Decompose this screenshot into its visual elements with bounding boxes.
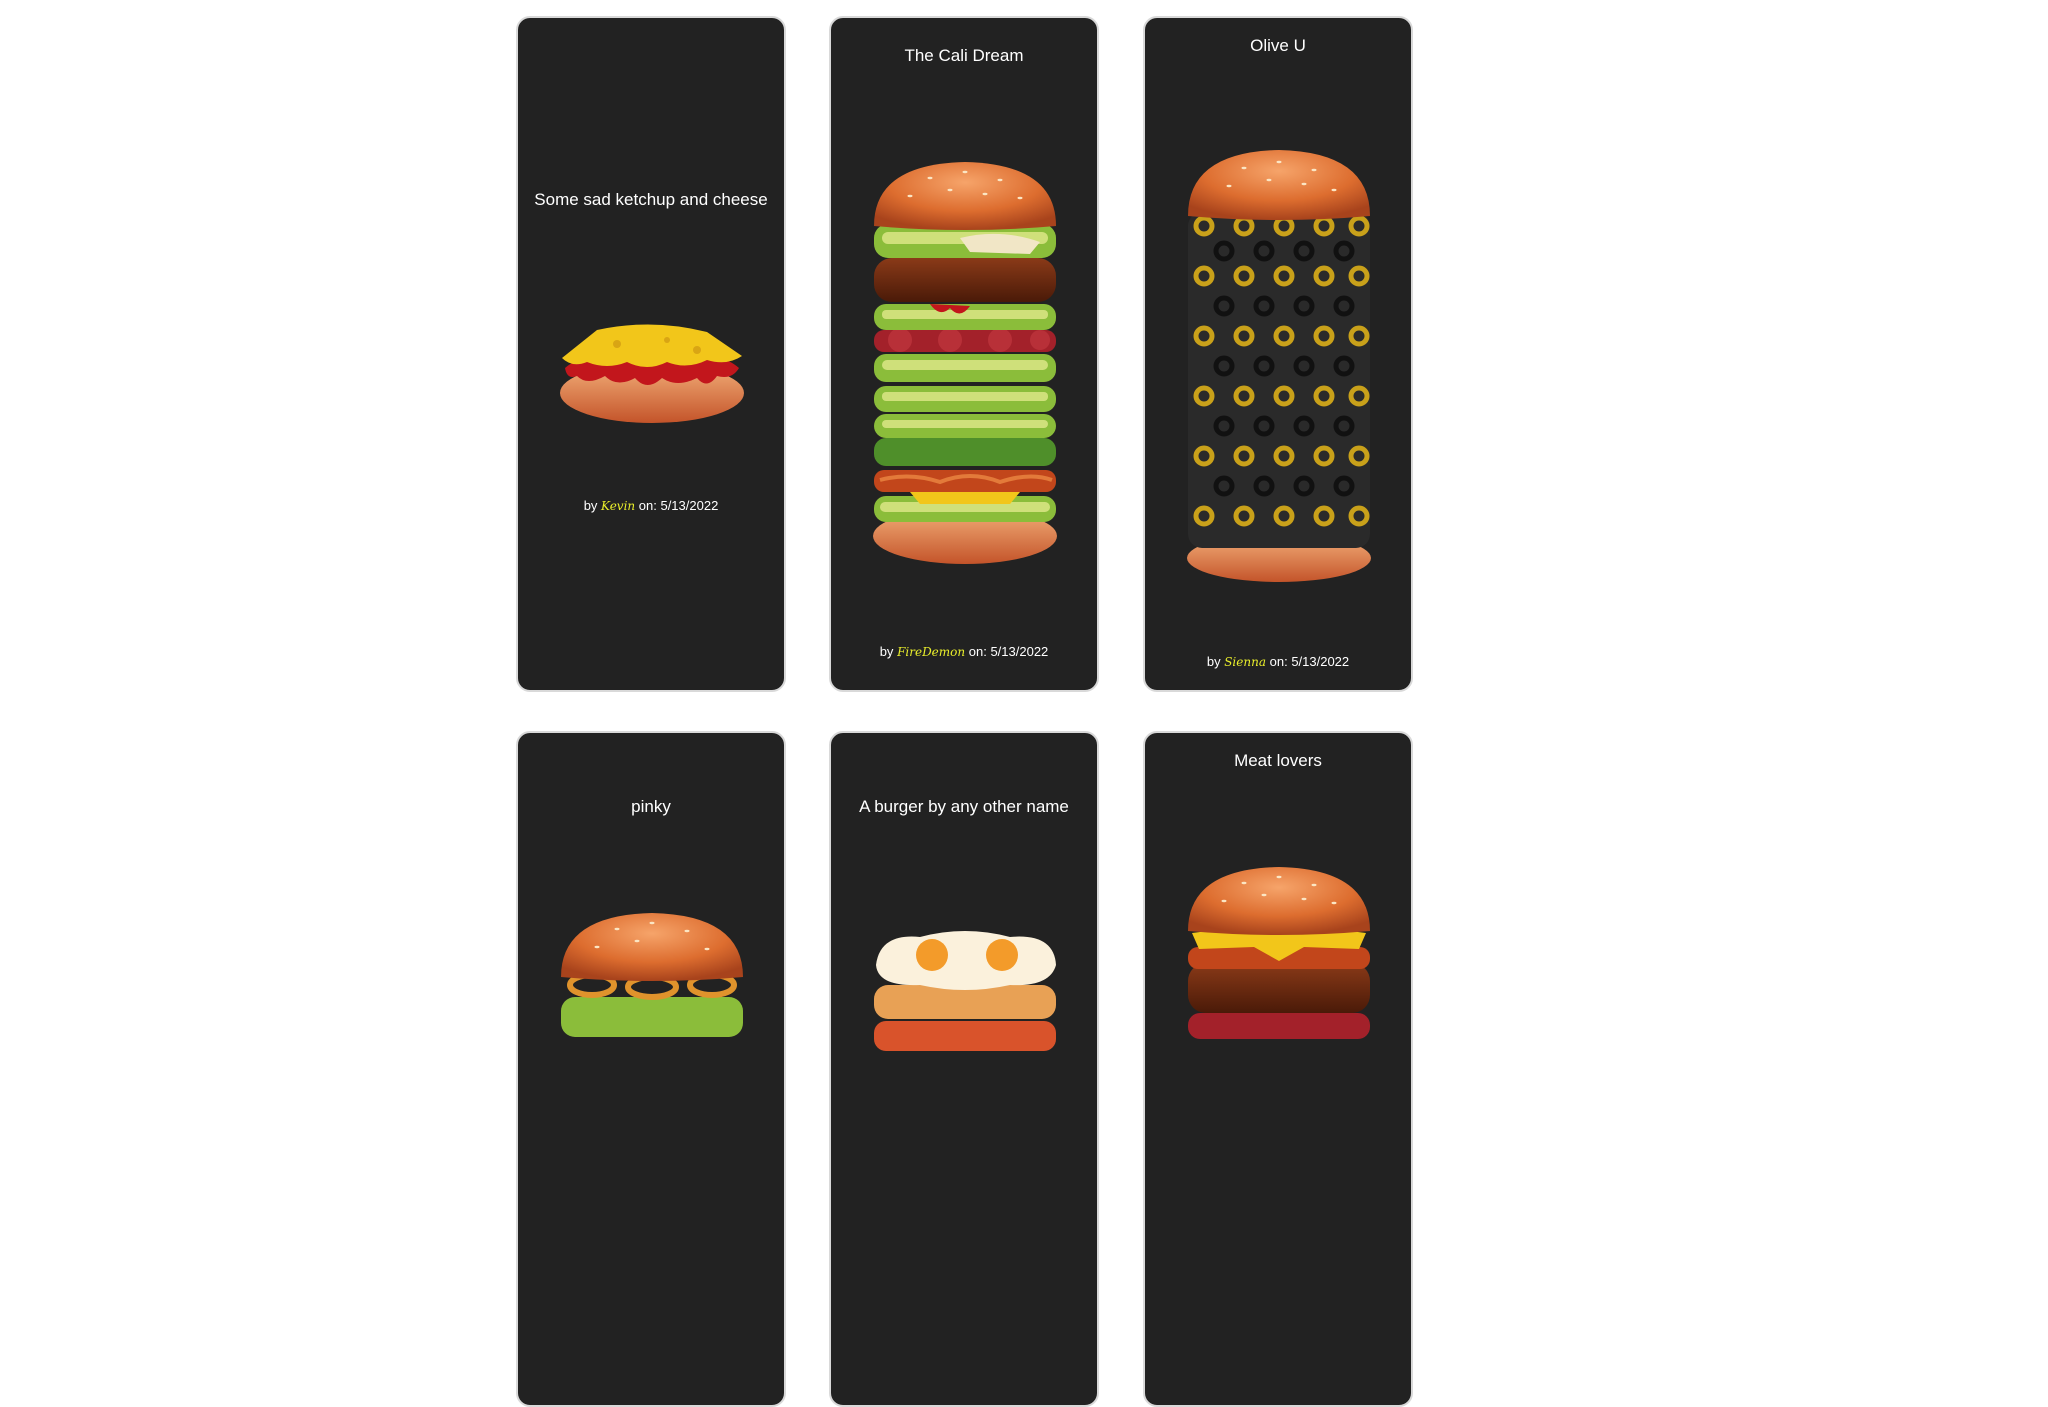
burger-card[interactable]: The Cali Dream by FireDemon on: 5/13/202…	[829, 16, 1099, 692]
byline-prefix: by	[583, 498, 598, 513]
creation-date: 5/13/2022	[660, 498, 719, 513]
burger-title: Olive U	[1250, 36, 1306, 55]
creation-date: 5/13/2022	[990, 644, 1049, 659]
burger-illustration	[874, 931, 1056, 1051]
burger-illustration	[873, 162, 1057, 564]
burger-title: Meat lovers	[1234, 751, 1322, 770]
lettuce-icon	[561, 997, 743, 1037]
cheese-icon	[562, 324, 742, 367]
avocado-icon	[874, 354, 1056, 382]
burger-card[interactable]: pinky	[516, 731, 786, 1407]
avocado-icon	[874, 386, 1056, 412]
burger-illustration	[560, 324, 744, 423]
author-link[interactable]: FireDemon	[897, 645, 965, 659]
byline-on: on:	[638, 498, 657, 513]
author-link[interactable]: Sienna	[1224, 655, 1266, 669]
burger-card[interactable]: Meat lovers	[1143, 731, 1413, 1407]
fried-egg-icon	[876, 931, 1056, 990]
burger-illustration	[1188, 867, 1370, 1039]
byline-prefix: by	[1206, 654, 1221, 669]
salami-icon	[1188, 1013, 1370, 1039]
burger-byline: by FireDemon on: 5/13/2022	[831, 644, 1097, 659]
burger-byline: by Sienna on: 5/13/2022	[1145, 654, 1411, 669]
bun-top-icon	[874, 162, 1056, 230]
patty-icon	[874, 985, 1056, 1019]
patty-icon	[874, 258, 1056, 302]
burger-card[interactable]: Olive U by Sienna on: 5/13/2022	[1143, 16, 1413, 692]
bacon-icon	[874, 470, 1056, 492]
bacon-icon	[874, 1021, 1056, 1051]
author-link[interactable]: Kevin	[601, 499, 635, 513]
burger-title: Some sad ketchup and cheese	[534, 190, 768, 209]
lettuce-icon	[874, 438, 1056, 466]
patty-icon	[1188, 963, 1370, 1013]
byline-prefix: by	[879, 644, 894, 659]
burger-title: A burger by any other name	[859, 797, 1069, 816]
bun-top-icon	[561, 913, 743, 981]
bun-top-icon	[1188, 150, 1370, 220]
burger-illustration	[561, 913, 743, 1037]
avocado-icon	[874, 414, 1056, 438]
salami-icon	[874, 328, 1056, 352]
burger-card[interactable]: Some sad ketchup and cheese by Kevin on:…	[516, 16, 786, 692]
burger-illustration	[1187, 150, 1371, 582]
byline-on: on:	[968, 644, 987, 659]
creation-date: 5/13/2022	[1291, 654, 1350, 669]
olive-icon	[1188, 212, 1370, 548]
burger-card[interactable]: A burger by any other name	[829, 731, 1099, 1407]
burger-title: The Cali Dream	[904, 46, 1024, 65]
byline-on: on:	[1269, 654, 1288, 669]
burger-title: pinky	[631, 797, 671, 816]
bun-top-icon	[1188, 867, 1370, 935]
burger-byline: by Kevin on: 5/13/2022	[518, 498, 784, 513]
